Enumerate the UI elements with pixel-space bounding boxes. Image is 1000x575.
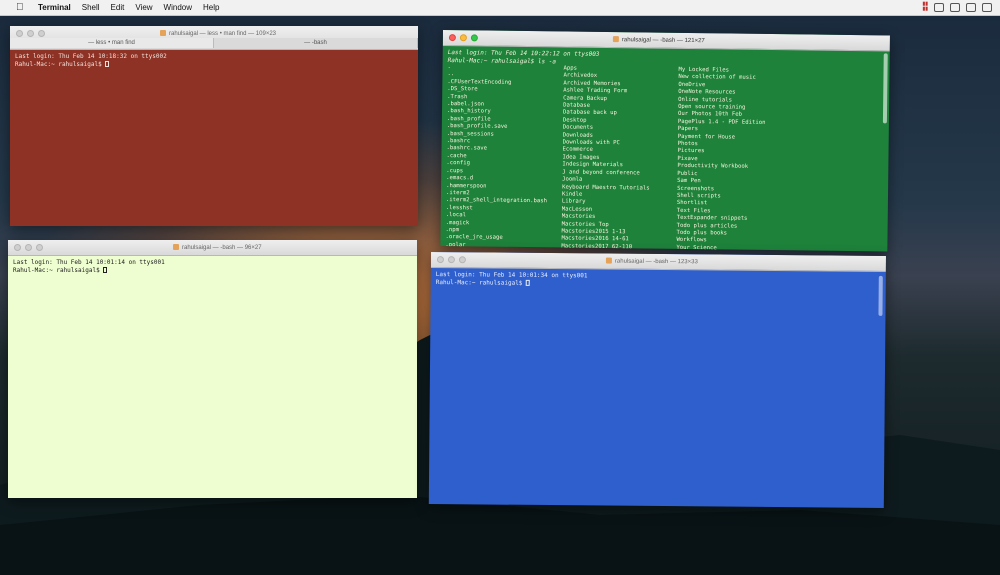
network-stats-icon[interactable]: ▮▮ ▮▮ bbox=[922, 2, 928, 12]
cursor bbox=[105, 60, 110, 67]
cursor bbox=[526, 279, 531, 286]
login-line: Last login: Thu Feb 14 10:18:32 on ttys0… bbox=[15, 53, 167, 60]
menu-window[interactable]: Window bbox=[164, 3, 192, 12]
window-title: rahulsaigal — -bash — 121×27 bbox=[612, 36, 705, 44]
home-icon bbox=[173, 244, 179, 250]
ls-column-2: Apps Archivedox Archived Memories Ashlee Tr… bbox=[561, 65, 678, 251]
ls-entry: .polar bbox=[445, 241, 466, 249]
prompt-line: Rahul-Mac:~ rahulsaigal$ bbox=[13, 266, 412, 275]
menu-bar:  Terminal Shell Edit View Window Help ▮… bbox=[0, 0, 1000, 16]
wifi-icon[interactable] bbox=[982, 2, 992, 12]
minimize-button[interactable] bbox=[459, 34, 467, 42]
title-bar[interactable]: rahulsaigal — less • man find — 109×23 —… bbox=[10, 26, 418, 50]
apple-icon[interactable]:  bbox=[16, 2, 26, 13]
close-button[interactable] bbox=[14, 244, 21, 251]
zoom-button[interactable] bbox=[38, 30, 45, 37]
scrollbar[interactable] bbox=[882, 53, 888, 124]
menu-edit[interactable]: Edit bbox=[111, 3, 125, 12]
terminal-window-yellow[interactable]: rahulsaigal — -bash — 96×27 Last login: … bbox=[8, 240, 417, 498]
tab-bash[interactable]: — -bash bbox=[214, 38, 418, 48]
window-controls bbox=[436, 256, 466, 264]
terminal-window-blue[interactable]: rahulsaigal — -bash — 123×33 Last login:… bbox=[428, 252, 886, 508]
terminal-window-green[interactable]: rahulsaigal — -bash — 121×27 Last login:… bbox=[440, 30, 890, 252]
close-button[interactable] bbox=[448, 34, 456, 42]
home-icon bbox=[612, 36, 619, 43]
ls-listing: ... .CFUserTextEncoding .DS_Store .Trash .ba… bbox=[440, 64, 889, 251]
ls-column-3: My Locked Files New collection of music On… bbox=[676, 67, 878, 252]
battery-icon[interactable] bbox=[934, 2, 944, 12]
terminal-output[interactable]: Last login: Thu Feb 14 10:01:14 on ttys0… bbox=[8, 256, 417, 277]
window-title: rahulsaigal — -bash — 96×27 bbox=[173, 244, 262, 251]
scrollbar[interactable] bbox=[878, 275, 883, 316]
window-title: rahulsaigal — less • man find — 109×23 bbox=[160, 30, 276, 37]
status-area: ▮▮ ▮▮ bbox=[922, 2, 992, 12]
title-bar[interactable]: rahulsaigal — -bash — 96×27 bbox=[8, 240, 417, 256]
minimize-button[interactable] bbox=[447, 256, 455, 264]
display-icon[interactable] bbox=[950, 2, 960, 12]
menu-terminal[interactable]: Terminal bbox=[38, 3, 71, 12]
window-title: rahulsaigal — -bash — 123×33 bbox=[605, 257, 698, 265]
window-controls bbox=[448, 34, 478, 42]
login-line: Last login: Thu Feb 14 10:01:14 on ttys0… bbox=[13, 259, 165, 266]
zoom-button[interactable] bbox=[36, 244, 43, 251]
zoom-button[interactable] bbox=[470, 34, 478, 42]
menu-shell[interactable]: Shell bbox=[82, 3, 100, 12]
home-icon bbox=[605, 257, 612, 264]
window-controls bbox=[14, 244, 43, 251]
tab-bar: — less • man find — -bash bbox=[10, 38, 418, 48]
terminal-output[interactable]: Last login: Thu Feb 14 10:18:32 on ttys0… bbox=[10, 50, 418, 71]
grid-icon[interactable] bbox=[966, 2, 976, 12]
close-button[interactable] bbox=[436, 256, 444, 264]
home-icon bbox=[160, 30, 166, 36]
tab-less-man-find[interactable]: — less • man find bbox=[10, 38, 214, 48]
window-controls bbox=[16, 30, 45, 37]
minimize-button[interactable] bbox=[27, 30, 34, 37]
terminal-window-red[interactable]: rahulsaigal — less • man find — 109×23 —… bbox=[10, 26, 418, 226]
zoom-button[interactable] bbox=[458, 256, 466, 264]
terminal-output[interactable]: Last login: Thu Feb 14 10:01:34 on ttys0… bbox=[431, 268, 886, 293]
cursor bbox=[103, 266, 108, 273]
menu-view[interactable]: View bbox=[135, 3, 152, 12]
prompt-line: Rahul-Mac:~ rahulsaigal$ bbox=[15, 60, 413, 69]
menu-help[interactable]: Help bbox=[203, 3, 219, 12]
close-button[interactable] bbox=[16, 30, 23, 37]
minimize-button[interactable] bbox=[25, 244, 32, 251]
ls-entry: Macstories2017 62-110 bbox=[561, 243, 633, 251]
ls-column-1: ... .CFUserTextEncoding .DS_Store .Trash .ba… bbox=[445, 64, 563, 251]
